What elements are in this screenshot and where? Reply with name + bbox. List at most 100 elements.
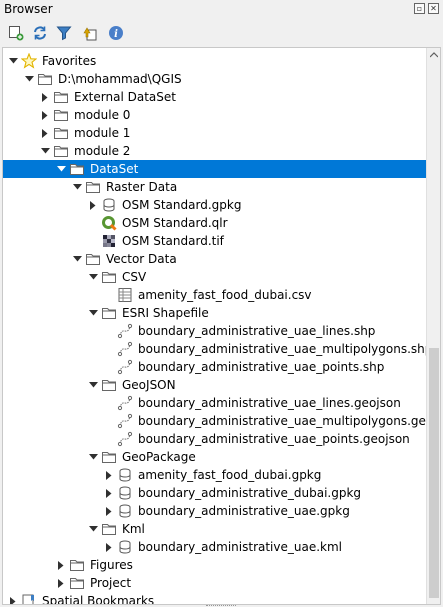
expand-toggle[interactable] bbox=[71, 250, 83, 268]
folder-icon bbox=[53, 125, 69, 141]
expand-toggle[interactable] bbox=[87, 268, 99, 286]
chevron-down-icon bbox=[72, 256, 82, 262]
expand-toggle[interactable] bbox=[87, 304, 99, 322]
tree-item[interactable]: boundary_administrative_dubai.gpkg bbox=[3, 484, 427, 502]
tree-item[interactable]: boundary_administrative_uae.gpkg bbox=[3, 502, 427, 520]
expand-toggle[interactable] bbox=[87, 196, 99, 214]
expand-toggle[interactable] bbox=[103, 538, 115, 556]
filter-icon bbox=[56, 26, 72, 41]
expand-toggle[interactable] bbox=[39, 88, 51, 106]
expand-toggle[interactable] bbox=[39, 124, 51, 142]
expand-toggle[interactable] bbox=[87, 520, 99, 538]
vector-icon bbox=[117, 323, 133, 339]
folder-icon bbox=[37, 71, 53, 87]
tree-item[interactable]: D:\mohammad\QGIS bbox=[3, 70, 427, 88]
collapse-all-icon bbox=[83, 27, 97, 41]
folder-icon bbox=[85, 251, 101, 267]
expand-toggle[interactable] bbox=[103, 466, 115, 484]
tree-item[interactable]: GeoPackage bbox=[3, 448, 427, 466]
expand-toggle[interactable] bbox=[71, 178, 83, 196]
folder-icon bbox=[53, 143, 69, 159]
expand-toggle[interactable] bbox=[87, 376, 99, 394]
scrollbar-thumb[interactable] bbox=[429, 348, 439, 598]
expand-toggle[interactable] bbox=[39, 142, 51, 160]
chevron-right-icon bbox=[106, 506, 112, 516]
tree-item[interactable]: ESRI Shapefile bbox=[3, 304, 427, 322]
properties-button[interactable]: i bbox=[106, 23, 126, 43]
add-layer-icon bbox=[9, 26, 24, 41]
tree-item[interactable]: boundary_administrative_uae.kml bbox=[3, 538, 427, 556]
chevron-right-icon bbox=[106, 542, 112, 552]
tree-item-label: module 0 bbox=[74, 108, 131, 122]
tree-item[interactable]: module 2 bbox=[3, 142, 427, 160]
filter-button[interactable] bbox=[54, 23, 74, 43]
qgis-icon bbox=[101, 215, 117, 231]
chevron-right-icon bbox=[42, 92, 48, 102]
expand-toggle[interactable] bbox=[39, 106, 51, 124]
database-icon bbox=[117, 485, 133, 501]
vertical-scrollbar[interactable] bbox=[426, 48, 440, 604]
tree-item[interactable]: boundary_administrative_uae_lines.geojso… bbox=[3, 394, 427, 412]
float-panel-button[interactable]: ▫ bbox=[414, 3, 425, 14]
expand-toggle[interactable] bbox=[7, 52, 19, 70]
chevron-right-icon bbox=[10, 596, 16, 604]
tree-item[interactable]: Figures bbox=[3, 556, 427, 574]
tree-item[interactable]: Kml bbox=[3, 520, 427, 538]
tree-item[interactable]: OSM Standard.tif bbox=[3, 232, 427, 250]
tree-item[interactable]: OSM Standard.qlr bbox=[3, 214, 427, 232]
tree-item[interactable]: amenity_fast_food_dubai.gpkg bbox=[3, 466, 427, 484]
raster-icon bbox=[101, 233, 117, 249]
tree-item[interactable]: boundary_administrative_uae_lines.shp bbox=[3, 322, 427, 340]
tree-item[interactable]: module 1 bbox=[3, 124, 427, 142]
tree-item[interactable]: amenity_fast_food_dubai.csv bbox=[3, 286, 427, 304]
chevron-right-icon bbox=[42, 110, 48, 120]
tree-item[interactable]: External DataSet bbox=[3, 88, 427, 106]
tree-item-label: GeoJSON bbox=[122, 378, 176, 392]
tree-item[interactable]: Vector Data bbox=[3, 250, 427, 268]
tree-item-label: boundary_administrative_uae_multipolygon… bbox=[138, 342, 433, 356]
tree-item[interactable]: CSV bbox=[3, 268, 427, 286]
star-icon bbox=[21, 53, 37, 69]
tree-item[interactable]: DataSet bbox=[3, 160, 427, 178]
tree-item-label: Vector Data bbox=[106, 252, 177, 266]
expand-toggle[interactable] bbox=[55, 160, 67, 178]
add-layer-button[interactable] bbox=[6, 23, 26, 43]
tree-item-label: boundary_administrative_uae_lines.shp bbox=[138, 324, 376, 338]
expand-toggle[interactable] bbox=[103, 484, 115, 502]
chevron-up-icon bbox=[430, 52, 438, 58]
tree-item[interactable]: boundary_administrative_uae_points.shp bbox=[3, 358, 427, 376]
expand-toggle[interactable] bbox=[7, 592, 19, 604]
tree-item-label: External DataSet bbox=[74, 90, 176, 104]
tree-item[interactable]: boundary_administrative_uae_points.geojs… bbox=[3, 430, 427, 448]
chevron-down-icon bbox=[8, 58, 18, 64]
tree-item-label: amenity_fast_food_dubai.gpkg bbox=[138, 468, 322, 482]
folder-icon bbox=[101, 269, 117, 285]
chevron-right-icon bbox=[106, 488, 112, 498]
collapse-all-button[interactable] bbox=[80, 23, 100, 43]
tree-item-label: Raster Data bbox=[106, 180, 178, 194]
refresh-button[interactable] bbox=[30, 23, 50, 43]
tree-item[interactable]: GeoJSON bbox=[3, 376, 427, 394]
expand-toggle[interactable] bbox=[23, 70, 35, 88]
tree-item[interactable]: boundary_administrative_uae_multipolygon… bbox=[3, 340, 432, 358]
expand-toggle[interactable] bbox=[55, 556, 67, 574]
tree-item[interactable]: OSM Standard.gpkg bbox=[3, 196, 427, 214]
scroll-up-button[interactable] bbox=[427, 48, 440, 62]
folder-icon bbox=[85, 179, 101, 195]
tree-item[interactable]: Project bbox=[3, 574, 427, 592]
chevron-right-icon bbox=[90, 200, 96, 210]
expand-toggle[interactable] bbox=[55, 574, 67, 592]
expand-toggle[interactable] bbox=[103, 502, 115, 520]
browser-tree[interactable]: Favorites D:\mohammad\QGIS External DataSe… bbox=[2, 47, 441, 605]
vector-icon bbox=[117, 395, 133, 411]
expand-toggle[interactable] bbox=[87, 448, 99, 466]
tree-item[interactable]: Raster Data bbox=[3, 178, 427, 196]
tree-item-label: OSM Standard.gpkg bbox=[122, 198, 242, 212]
tree-item[interactable]: Spatial Bookmarks bbox=[3, 592, 427, 604]
tree-item[interactable]: Favorites bbox=[3, 52, 427, 70]
close-panel-button[interactable]: ✕ bbox=[428, 3, 439, 14]
chevron-right-icon bbox=[106, 470, 112, 480]
tree-item[interactable]: boundary_administrative_uae_multipolygon… bbox=[3, 412, 440, 430]
tree-item-label: D:\mohammad\QGIS bbox=[58, 72, 182, 86]
tree-item[interactable]: module 0 bbox=[3, 106, 427, 124]
